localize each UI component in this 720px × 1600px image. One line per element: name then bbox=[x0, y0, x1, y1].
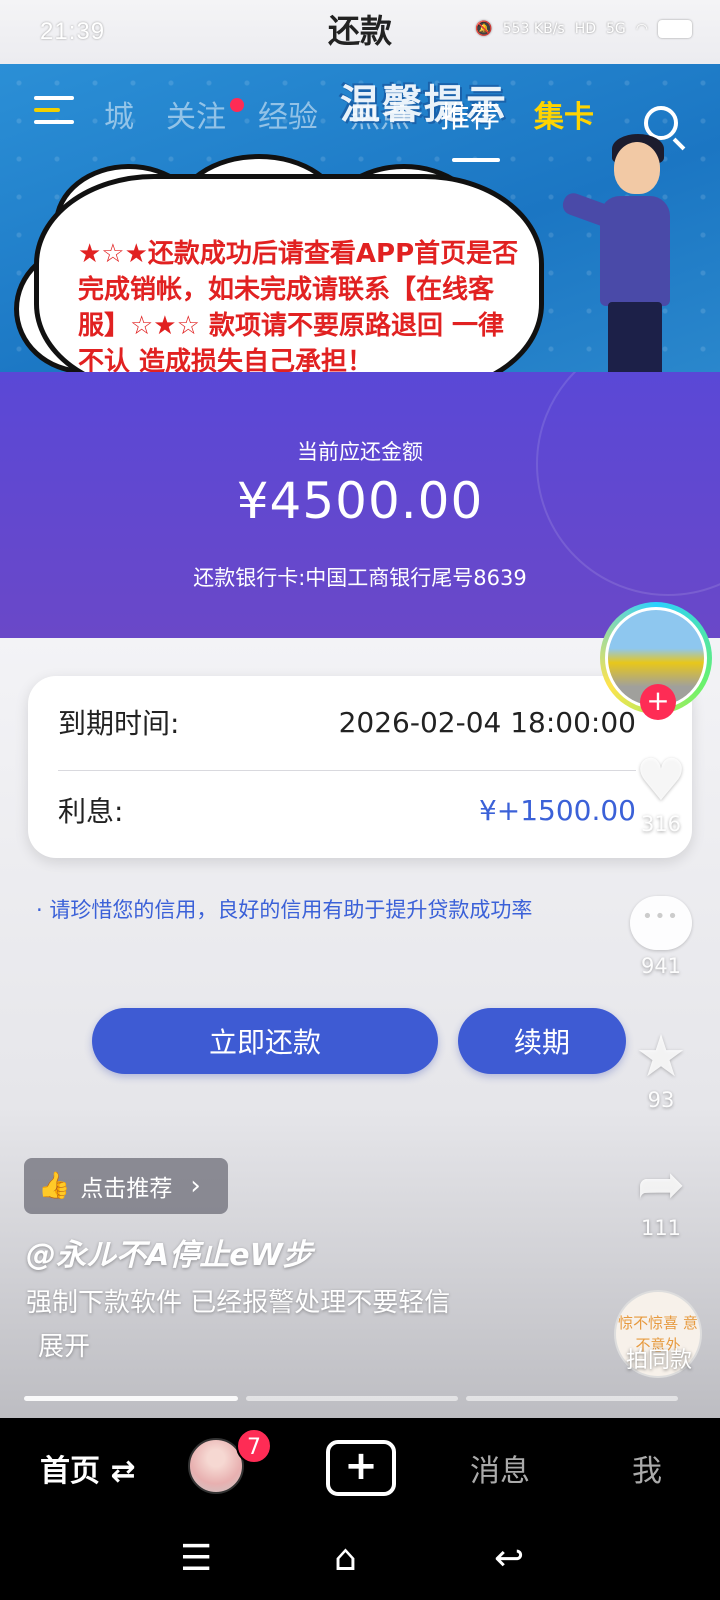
credit-tip: · 请珍惜您的信用，良好的信用有助于提升贷款成功率 bbox=[36, 898, 533, 922]
follow-plus-icon[interactable]: + bbox=[640, 684, 676, 720]
renew-button[interactable]: 续期 bbox=[458, 1008, 626, 1074]
due-date-row: 到期时间: 2026-02-04 18:00:00 bbox=[58, 682, 636, 762]
hd-icon: HD bbox=[574, 21, 597, 37]
unread-badge: 7 bbox=[236, 1428, 272, 1464]
nav-me[interactable]: 我 bbox=[632, 1446, 662, 1490]
tab-experience[interactable]: 经验 bbox=[258, 92, 318, 136]
system-nav-bar: ☰ ⌂ ↩ bbox=[0, 1520, 720, 1600]
battery-icon bbox=[658, 20, 692, 38]
wifi-icon: ◠ bbox=[635, 21, 648, 37]
interest-label: 利息: bbox=[58, 795, 124, 828]
create-plus-icon[interactable]: + bbox=[326, 1440, 396, 1496]
comment-count: 941 bbox=[640, 954, 682, 978]
bank-card-info: 还款银行卡:中国工商银行尾号8639 bbox=[193, 566, 527, 590]
repay-now-button[interactable]: 立即还款 bbox=[92, 1008, 438, 1074]
menu-icon[interactable] bbox=[34, 96, 74, 126]
thumbs-up-icon: 👍 bbox=[38, 1171, 71, 1201]
due-date-label: 到期时间: bbox=[58, 707, 180, 740]
same-style-label: 拍同款 bbox=[625, 1348, 692, 1373]
notice-banner: 温馨提示 城 关注 经验 热点 推荐 集卡 ★☆★还款成功后请查看APP首页是否… bbox=[0, 64, 720, 372]
tab-recommend[interactable]: 推荐 bbox=[440, 92, 500, 136]
net-speed: 553 KB/s bbox=[502, 21, 565, 37]
signal-icon: 5G bbox=[606, 21, 626, 37]
nav-messages[interactable]: 消息 bbox=[470, 1446, 530, 1490]
tab-following[interactable]: 关注 bbox=[166, 92, 226, 136]
recommend-label: 点击推荐 bbox=[80, 1176, 173, 1202]
bottom-nav: 首页 ⇄ 7 + 消息 我 bbox=[0, 1418, 720, 1520]
due-date-value: 2026-02-04 18:00:00 bbox=[338, 705, 636, 739]
heart-icon: ♥ bbox=[635, 746, 687, 814]
loan-details-card: 到期时间: 2026-02-04 18:00:00 利息: ¥+1500.00 bbox=[28, 676, 692, 858]
interest-row: 利息: ¥+1500.00 bbox=[58, 770, 636, 850]
share-button[interactable]: ➦ 111 bbox=[626, 1152, 696, 1240]
progress-segment-2 bbox=[246, 1396, 458, 1401]
progress-segment-1 bbox=[24, 1396, 238, 1401]
presenter-illustration bbox=[560, 72, 698, 372]
share-count: 111 bbox=[640, 1216, 682, 1240]
recommend-button[interactable]: 👍 点击推荐 › bbox=[24, 1158, 228, 1214]
interest-value: ¥+1500.00 bbox=[478, 793, 636, 827]
favorite-button[interactable]: ★ 93 bbox=[626, 1024, 696, 1112]
recent-apps-icon[interactable]: ☰ bbox=[180, 1538, 212, 1579]
like-count: 316 bbox=[640, 812, 682, 836]
nav-home[interactable]: 首页 ⇄ bbox=[40, 1446, 136, 1490]
credit-tip-text: 请珍惜您的信用，良好的信用有助于提升贷款成功率 bbox=[49, 898, 533, 922]
speech-cloud: ★☆★还款成功后请查看APP首页是否完成销帐，如未完成请联系【在线客服】☆★☆ … bbox=[14, 154, 550, 372]
comment-button[interactable]: 941 bbox=[626, 890, 696, 978]
repayment-notice: ★☆★还款成功后请查看APP首页是否完成销帐，如未完成请联系【在线客服】☆★☆ … bbox=[78, 239, 519, 372]
tab-hot[interactable]: 热点 bbox=[350, 92, 410, 136]
home-icon[interactable]: ⌂ bbox=[334, 1538, 357, 1579]
expand-link[interactable]: 展开 bbox=[38, 1326, 90, 1363]
like-button[interactable]: ♥ 316 bbox=[626, 748, 696, 836]
author-name[interactable]: @永ル不A停止eW步 bbox=[26, 1230, 313, 1274]
chevron-right-icon: › bbox=[190, 1171, 201, 1201]
video-description: 强制下款软件 已经报警处理不要轻信 bbox=[26, 1288, 451, 1318]
comment-icon bbox=[630, 896, 692, 950]
same-style-button[interactable]: 惊不惊喜 意不意外 拍同款 bbox=[614, 1290, 704, 1378]
notification-dot bbox=[230, 98, 244, 112]
progress-segment-3 bbox=[466, 1396, 678, 1401]
status-bar: 21:39 还款 🔕 553 KB/s HD 5G ◠ bbox=[0, 0, 720, 64]
share-arrow-icon: ➦ bbox=[636, 1150, 686, 1218]
amount-label: 当前应还金额 bbox=[297, 440, 423, 464]
mute-icon: 🔕 bbox=[475, 21, 493, 37]
star-icon: ★ bbox=[635, 1022, 687, 1090]
tab-city[interactable]: 城 bbox=[104, 92, 134, 136]
back-icon[interactable]: ↩ bbox=[494, 1538, 524, 1579]
status-icons: 🔕 553 KB/s HD 5G ◠ bbox=[475, 20, 692, 38]
favorite-count: 93 bbox=[647, 1088, 675, 1112]
nav-home-label: 首页 bbox=[40, 1454, 100, 1489]
amount-value: ¥4500.00 bbox=[236, 472, 484, 530]
amount-panel: 当前应还金额 ¥4500.00 还款银行卡:中国工商银行尾号8639 bbox=[0, 372, 720, 638]
